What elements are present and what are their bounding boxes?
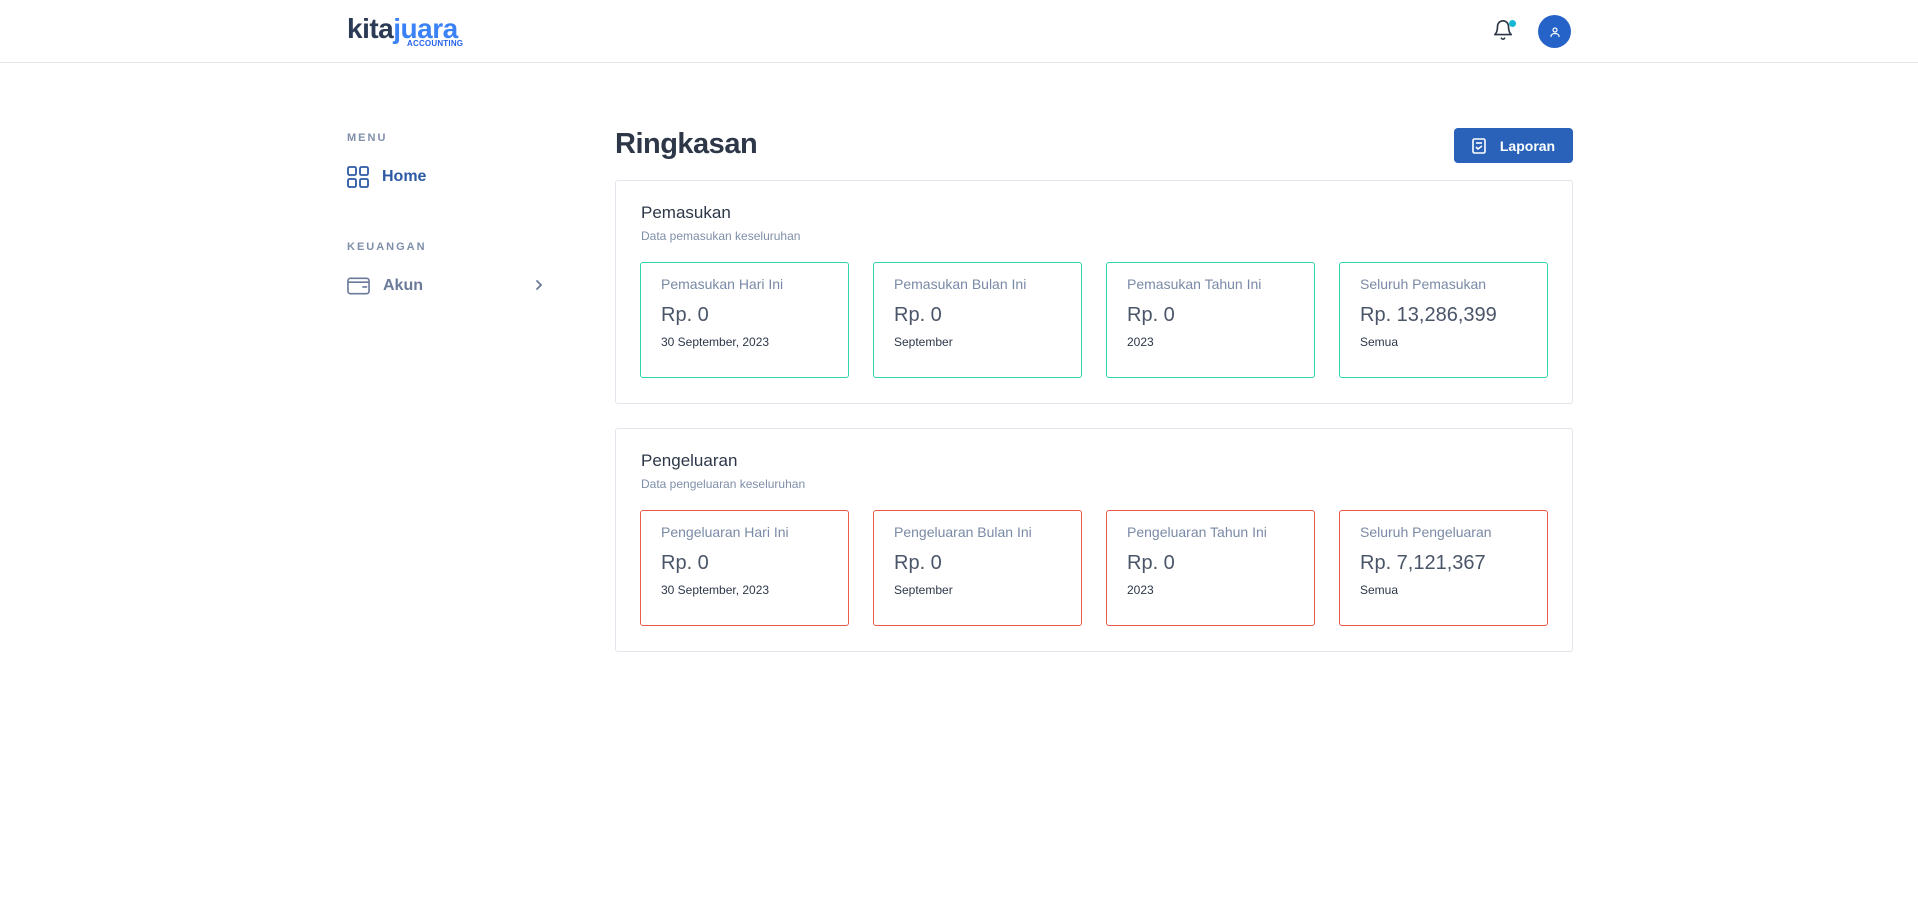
wallet-icon xyxy=(347,277,370,295)
report-button-label: Laporan xyxy=(1499,137,1556,154)
card-title: Pengeluaran Bulan Ini xyxy=(894,524,1032,540)
sidebar-item-label: Home xyxy=(382,168,427,185)
sidebar-heading-keuangan: KEUANGAN xyxy=(347,241,427,253)
income-card-today: Pemasukan Hari Ini Rp. 0 30 September, 2… xyxy=(640,262,849,378)
sidebar-item-home[interactable]: Home xyxy=(347,162,545,192)
income-card-year: Pemasukan Tahun Ini Rp. 0 2023 xyxy=(1106,262,1315,378)
card-period: Semua xyxy=(1360,583,1399,597)
card-amount: Rp. 0 xyxy=(1127,552,1175,574)
expense-card-year: Pengeluaran Tahun Ini Rp. 0 2023 xyxy=(1106,510,1315,626)
brand-part1: kita xyxy=(347,13,394,44)
notification-dot xyxy=(1509,20,1516,27)
card-title: Pengeluaran Hari Ini xyxy=(661,524,789,540)
grid-icon xyxy=(347,166,369,188)
card-period: Semua xyxy=(1360,335,1399,349)
card-amount: Rp. 0 xyxy=(661,552,709,574)
brand-logo[interactable]: kitajuara ACCOUNTING xyxy=(347,14,477,50)
expense-card-total: Seluruh Pengeluaran Rp. 7,121,367 Semua xyxy=(1339,510,1548,626)
expense-panel: Pengeluaran Data pengeluaran keseluruhan… xyxy=(615,428,1573,652)
notification-button[interactable] xyxy=(1492,19,1516,43)
report-button[interactable]: Laporan xyxy=(1454,128,1573,163)
user-icon xyxy=(1549,26,1560,37)
expense-card-month: Pengeluaran Bulan Ini Rp. 0 September xyxy=(873,510,1082,626)
page-title: Ringkasan xyxy=(615,128,758,160)
sidebar-heading-menu: MENU xyxy=(347,132,388,144)
card-amount: Rp. 0 xyxy=(894,552,942,574)
card-period: September xyxy=(894,335,953,349)
top-header: kitajuara ACCOUNTING xyxy=(0,0,1918,63)
card-period: 30 September, 2023 xyxy=(661,583,770,597)
report-icon xyxy=(1472,137,1486,154)
panel-subtitle: Data pemasukan keseluruhan xyxy=(641,229,801,243)
card-period: 2023 xyxy=(1127,583,1154,597)
panel-title: Pemasukan xyxy=(641,203,731,222)
expense-card-today: Pengeluaran Hari Ini Rp. 0 30 September,… xyxy=(640,510,849,626)
user-avatar-button[interactable] xyxy=(1538,15,1571,48)
card-amount: Rp. 0 xyxy=(894,304,942,326)
income-card-month: Pemasukan Bulan Ini Rp. 0 September xyxy=(873,262,1082,378)
panel-title: Pengeluaran xyxy=(641,451,738,470)
card-title: Pemasukan Tahun Ini xyxy=(1127,276,1262,292)
card-title: Pengeluaran Tahun Ini xyxy=(1127,524,1267,540)
chevron-right-icon xyxy=(536,280,543,290)
card-title: Pemasukan Bulan Ini xyxy=(894,276,1027,292)
card-amount: Rp. 7,121,367 xyxy=(1360,552,1486,574)
sidebar-item-label: Akun xyxy=(383,277,423,294)
card-amount: Rp. 0 xyxy=(1127,304,1175,326)
card-period: September xyxy=(894,583,953,597)
card-title: Seluruh Pemasukan xyxy=(1360,276,1487,292)
card-title: Seluruh Pengeluaran xyxy=(1360,524,1492,540)
income-panel: Pemasukan Data pemasukan keseluruhan Pem… xyxy=(615,180,1573,404)
panel-subtitle: Data pengeluaran keseluruhan xyxy=(641,477,806,491)
card-title: Pemasukan Hari Ini xyxy=(661,276,784,292)
card-amount: Rp. 13,286,399 xyxy=(1360,304,1497,326)
card-period: 2023 xyxy=(1127,335,1154,349)
card-amount: Rp. 0 xyxy=(661,304,709,326)
income-card-total: Seluruh Pemasukan Rp. 13,286,399 Semua xyxy=(1339,262,1548,378)
card-period: 30 September, 2023 xyxy=(661,335,770,349)
sidebar-item-akun[interactable]: Akun xyxy=(347,271,545,301)
brand-subtitle: ACCOUNTING xyxy=(407,39,464,48)
